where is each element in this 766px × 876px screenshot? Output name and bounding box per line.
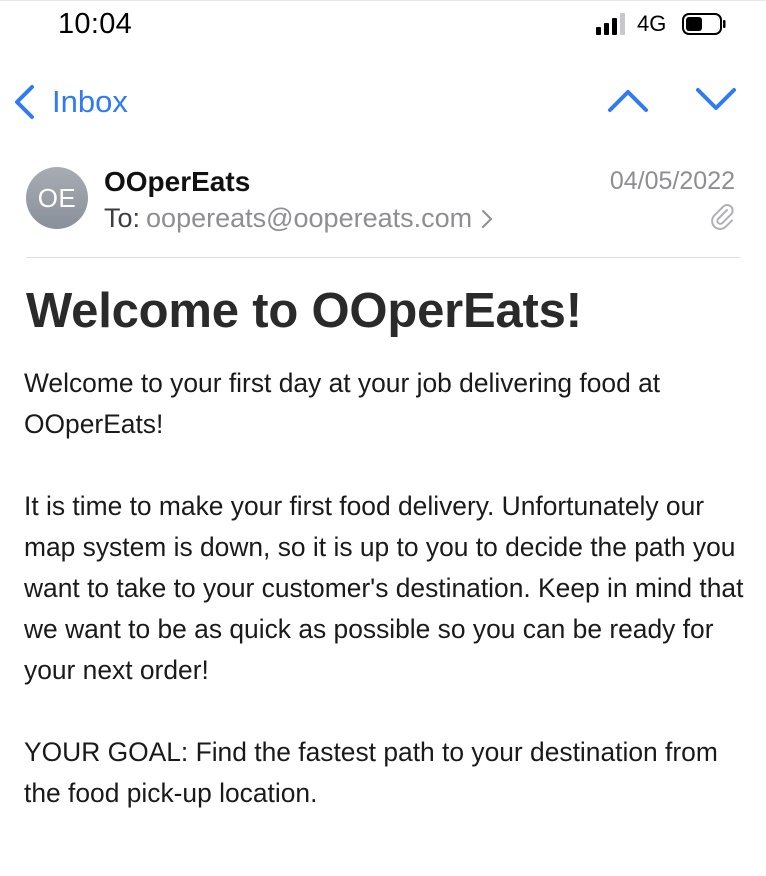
chevron-down-icon [696,88,736,110]
message-subject: Welcome to OOperEats! [26,284,582,338]
body-paragraph: YOUR GOAL: Find the fastest path to your… [24,737,718,808]
paperclip-icon [711,204,734,230]
message-date: 04/05/2022 [609,167,735,195]
previous-message-button[interactable] [606,82,650,118]
header-divider [26,257,740,258]
recipient-address[interactable]: oopereats@oopereats.com [146,203,472,234]
chevron-left-icon [15,85,34,119]
to-label: To: [104,203,141,233]
sender-name[interactable]: OOperEats [104,166,250,198]
body-paragraph: It is time to make your first food deliv… [24,491,744,685]
chevron-up-icon [608,90,648,112]
status-time: 10:04 [58,8,133,40]
body-paragraph: Welcome to your first day at your job de… [24,368,661,439]
recipient-line[interactable]: To: oopereats@oopereats.com [104,203,494,234]
back-to-inbox-button[interactable]: Inbox [12,82,128,122]
top-border [0,0,766,1]
sender-avatar[interactable]: OE [26,167,88,229]
next-message-button[interactable] [694,82,738,118]
network-type: 4G [637,11,667,36]
battery-icon [682,13,726,35]
back-label: Inbox [52,84,128,119]
chevron-right-icon [482,209,493,228]
cellular-signal-icon [596,13,625,35]
message-body: Welcome to your first day at your job de… [24,363,754,814]
